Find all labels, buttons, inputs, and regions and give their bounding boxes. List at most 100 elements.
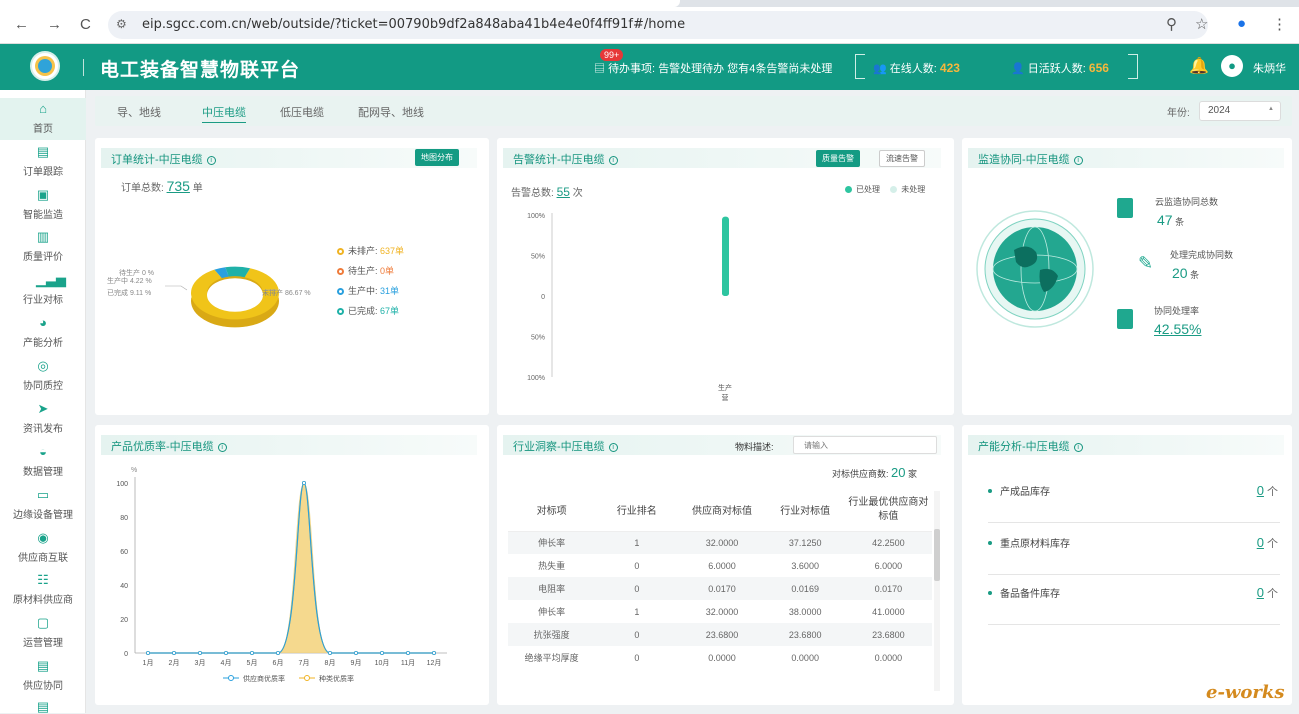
stock-label: 产成品库存 (1000, 487, 1050, 498)
card-title: 产能分析-中压电缆 i (968, 435, 1284, 455)
profile-icon[interactable]: ● (1237, 15, 1246, 32)
wrench-icon: ✎ (1138, 253, 1154, 273)
sidebar-item-home[interactable]: ⌂ 首页 (0, 98, 86, 140)
sidebar-item-more[interactable]: ▤ (0, 696, 86, 714)
sidebar-item-ops[interactable]: ▢ 运营管理 (0, 612, 86, 654)
table-row[interactable]: 绝缘平均厚度 0 0.0000 0.0000 0.0000 (508, 646, 932, 669)
bookmark-star-icon[interactable]: ☆ (1195, 15, 1208, 33)
bullet-icon (988, 541, 992, 545)
table-row[interactable]: 伸长率 1 32.0000 37.1250 42.2500 (508, 531, 932, 554)
table-scrollbar[interactable] (934, 491, 940, 691)
bell-icon[interactable]: 🔔 (1189, 56, 1209, 76)
table-scrollbar-thumb[interactable] (934, 529, 940, 581)
legend-item[interactable]: 未排产: 637单 (337, 244, 404, 257)
pie-chart-icon: ◕ (39, 315, 47, 330)
sidebar-item-data[interactable]: ◒ 数据管理 (0, 441, 86, 483)
sidebar-item-edge[interactable]: ▭ 边缘设备管理 (0, 484, 86, 526)
site-info-icon[interactable]: ⚙ (116, 17, 127, 31)
column-header[interactable]: 行业排名 (595, 489, 679, 532)
monitor-done: 处理完成协同数 20 条 (1170, 248, 1233, 281)
todo-notice[interactable]: ▤ 待办事项: 告警处理待办 您有4条告警尚未处理 (594, 60, 832, 76)
sidebar-item-quality[interactable]: ▥ 质量评价 (0, 226, 86, 268)
bar-chart-icon: ▁▃▅ (36, 272, 66, 287)
table-row[interactable]: 热失重 0 6.0000 3.6000 6.0000 (508, 554, 932, 577)
table-row[interactable]: 抗张强度 0 23.6800 23.6800 23.6800 (508, 623, 932, 646)
user-name[interactable]: 朱炳华 (1253, 60, 1286, 76)
sidebar-item-material[interactable]: ☷ 原材料供应商 (0, 569, 86, 611)
sidebar-item-supplier[interactable]: ◉ 供应商互联 (0, 527, 86, 569)
logo-icon (30, 51, 60, 81)
back-button[interactable]: ← (14, 16, 29, 34)
legend-label: 生产中: (348, 286, 378, 296)
menu-icon[interactable]: ⋮ (1272, 15, 1287, 33)
table-cell: 伸长率 (538, 607, 566, 617)
reload-button[interactable]: C (80, 16, 91, 34)
tab-distribution-line[interactable]: 配网导、地线 (358, 104, 424, 120)
monitor-total: 云监造协同总数 47 条 (1155, 195, 1218, 228)
daily-count: 656 (1088, 61, 1109, 75)
zoom-icon[interactable]: ⚲ (1166, 15, 1177, 33)
sidebar-label: 供应协同 (23, 681, 63, 692)
leader-line (165, 285, 188, 291)
tab-medium-voltage[interactable]: 中压电缆 (202, 104, 246, 123)
table-cell: 37.1250 (765, 531, 845, 554)
point-供应商优质率 (379, 650, 384, 655)
table-cell: 绝缘平均厚度 (524, 653, 579, 663)
stock-value[interactable]: 0 (1257, 585, 1264, 600)
point-供应商优质率 (223, 650, 228, 655)
tab-low-voltage[interactable]: 低压电缆 (280, 104, 324, 120)
info-icon[interactable]: i (608, 443, 618, 452)
info-icon[interactable]: i (1073, 443, 1083, 452)
material-search-input[interactable] (793, 436, 937, 454)
stock-value[interactable]: 0 (1257, 483, 1264, 498)
legend-item[interactable]: 待生产: 0单 (337, 264, 394, 277)
stock-value[interactable]: 0 (1257, 535, 1264, 550)
sidebar-label: 供应商互联 (18, 553, 68, 564)
forward-button[interactable]: → (47, 16, 62, 34)
column-header[interactable]: 行业最优供应商对标值 (844, 489, 932, 532)
sidebar-label: 运营管理 (23, 638, 63, 649)
sidebar-item-monitor[interactable]: ▣ 智能监造 (0, 184, 86, 226)
legend-item[interactable]: 已完成: 67单 (337, 304, 399, 317)
y-tick-label: 40 (120, 583, 128, 590)
legend-item[interactable]: 生产中: 31单 (337, 284, 399, 297)
table-cell: 电阻率 (508, 577, 596, 600)
sidebar-label: 质量评价 (23, 252, 63, 263)
sidebar-item-qc[interactable]: ◎ 协同质控 (0, 355, 86, 397)
table-cell: 0 (634, 652, 640, 663)
sidebar-item-news[interactable]: ➤ 资讯发布 (0, 398, 86, 440)
column-header[interactable]: 供应商对标值 (678, 489, 766, 532)
sidebar-item-supply[interactable]: ▤ 供应协同 (0, 655, 86, 697)
bullet-icon (988, 489, 992, 493)
alarm-bar-chart: 100% 50% 0 50% 100% 生产营 (527, 213, 732, 402)
alarm-bar-已处理 (722, 216, 729, 296)
table-row[interactable]: 伸长率 1 32.0000 38.0000 41.0000 (508, 600, 932, 623)
table-cell: 23.6800 (765, 623, 845, 646)
legend-marker (304, 675, 310, 681)
sidebar-label: 订单跟踪 (23, 167, 63, 178)
stock-label: 重点原材料库存 (1000, 539, 1070, 550)
tab-overhead-line[interactable]: 导、地线 (117, 104, 161, 120)
avatar[interactable]: ● (1221, 55, 1243, 77)
table-cell: 23.6800 (678, 623, 766, 646)
year-select[interactable]: 2024 ▲ (1199, 101, 1281, 121)
x-tick-label: 10月 (375, 659, 390, 667)
url-text: eip.sgcc.com.cn/web/outside/?ticket=0079… (142, 17, 686, 32)
sidebar-item-capacity[interactable]: ◕ 产能分析 (0, 312, 86, 354)
table-header-row: 对标项 行业排名 供应商对标值 行业对标值 行业最优供应商对标值 (508, 489, 932, 532)
sidebar-item-benchmark[interactable]: ▁▃▅ 行业对标 (0, 269, 86, 311)
sidebar-item-orders[interactable]: ▤ 订单跟踪 (0, 141, 86, 183)
more-icon: ▤ (36, 699, 50, 714)
point-供应商优质率 (249, 650, 254, 655)
table-row[interactable]: 电阻率 0 0.0170 0.0169 0.0170 (508, 577, 932, 600)
legend-dot (337, 268, 344, 275)
column-header[interactable]: 对标项 (508, 489, 596, 532)
point-供应商优质率 (275, 650, 280, 655)
info-icon[interactable]: i (1073, 156, 1083, 165)
point-供应商优质率 (198, 650, 203, 655)
column-header[interactable]: 行业对标值 (765, 489, 845, 532)
x-tick-label: 3月 (195, 659, 206, 667)
browser-tab[interactable] (0, 0, 680, 7)
table-cell: 0.0000 (874, 652, 903, 663)
address-bar[interactable]: ⚙ eip.sgcc.com.cn/web/outside/?ticket=00… (108, 11, 1208, 39)
